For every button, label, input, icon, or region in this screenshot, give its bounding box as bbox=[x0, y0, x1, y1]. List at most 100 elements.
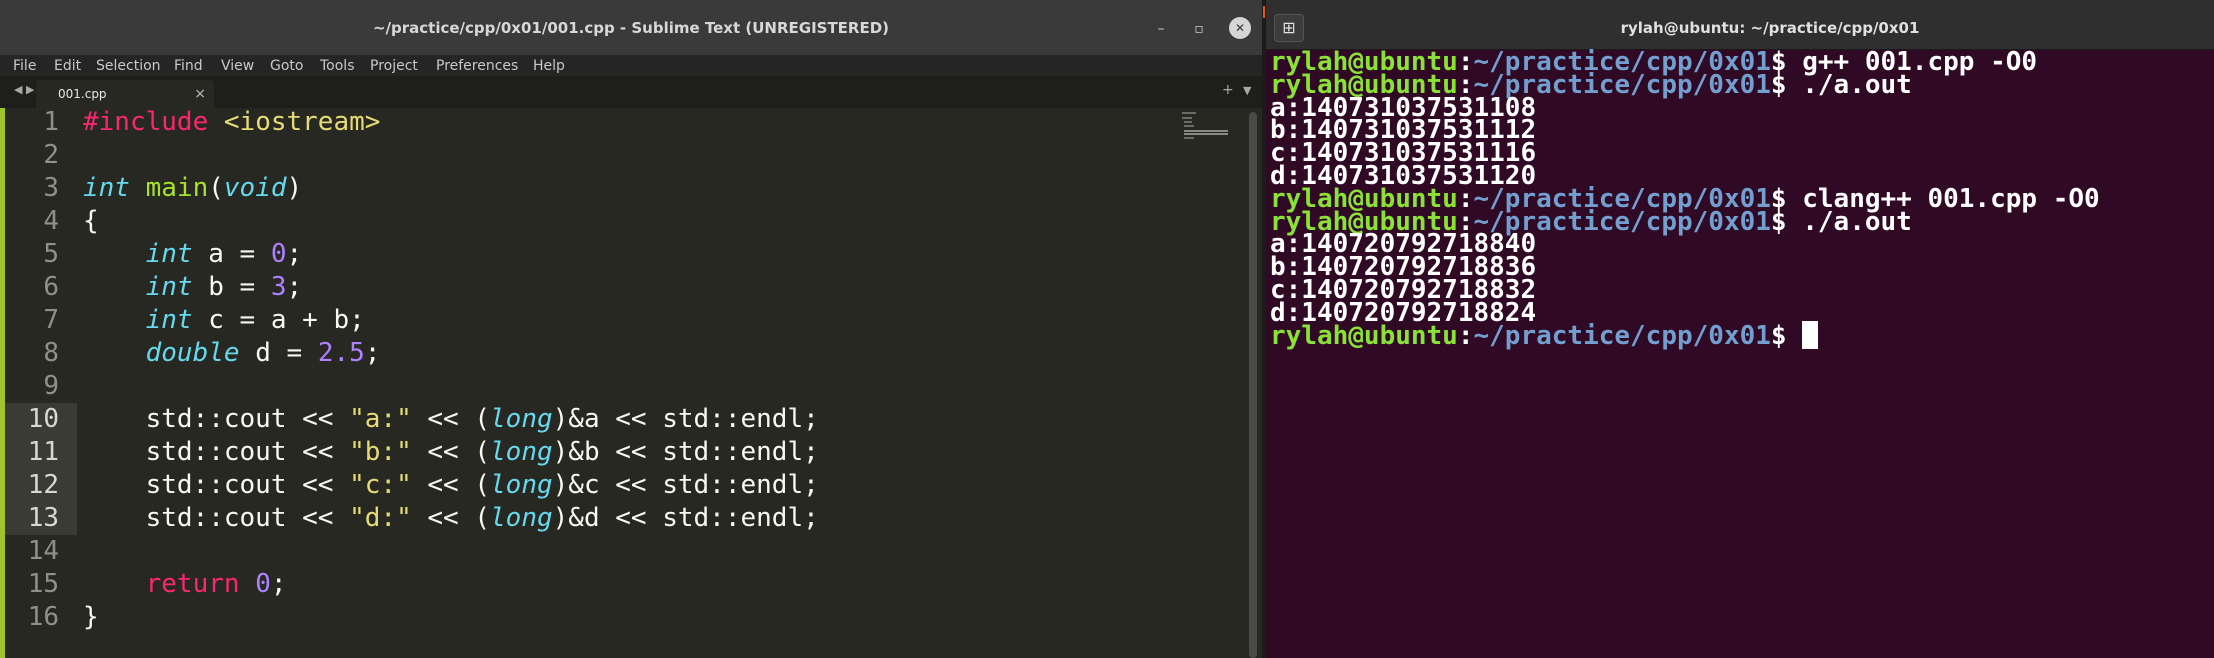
terminal-titlebar[interactable]: ⊞ rylah@ubuntu: ~/practice/cpp/0x01 bbox=[1266, 0, 2214, 50]
code-token: double bbox=[145, 338, 240, 368]
code-token: "b:" bbox=[349, 437, 412, 467]
code-line: int main(void) bbox=[83, 172, 302, 205]
code-token: << ( bbox=[411, 437, 491, 467]
tab-label: 001.cpp bbox=[58, 87, 107, 101]
tab-bar: ◀ ▶ 001.cpp × + ▼ bbox=[0, 76, 1262, 108]
code-token: long bbox=[490, 404, 553, 434]
prompt-separator: : bbox=[1457, 320, 1474, 351]
line-number: 2 bbox=[43, 140, 59, 170]
code-line: #include <iostream> bbox=[83, 106, 380, 139]
code-token: << ( bbox=[411, 470, 491, 500]
window-title: ~/practice/cpp/0x01/001.cpp - Sublime Te… bbox=[372, 19, 890, 37]
code-token: ) bbox=[286, 173, 303, 203]
menu-preferences[interactable]: Preferences bbox=[436, 56, 518, 76]
prompt-dollar: $ bbox=[1770, 206, 1803, 237]
line-number: 10 bbox=[27, 404, 59, 434]
menu-selection[interactable]: Selection bbox=[96, 56, 161, 76]
divider-accent bbox=[1263, 6, 1265, 18]
code-token: std::cout << bbox=[83, 470, 350, 500]
code-line: double d = 2.5; bbox=[83, 337, 381, 370]
code-token: std::cout << bbox=[83, 503, 350, 533]
line-number: 3 bbox=[43, 173, 59, 203]
code-token: )&b << std::endl; bbox=[552, 437, 819, 467]
menu-goto[interactable]: Goto bbox=[270, 56, 303, 76]
minimap[interactable] bbox=[1182, 112, 1228, 140]
code-line: int b = 3; bbox=[83, 271, 303, 304]
code-token: d = bbox=[239, 338, 318, 368]
close-button[interactable]: ✕ bbox=[1229, 17, 1251, 39]
new-tab-icon[interactable]: + bbox=[1222, 82, 1234, 98]
line-number: 16 bbox=[27, 602, 59, 632]
terminal-prompt-line: rylah@ubuntu:~/practice/cpp/0x01$ bbox=[1270, 320, 1819, 352]
terminal-command: ./a.out bbox=[1802, 206, 1912, 237]
code-token: int bbox=[145, 239, 193, 269]
code-token: { bbox=[83, 206, 99, 236]
code-token: long bbox=[490, 503, 553, 533]
menu-help[interactable]: Help bbox=[533, 56, 565, 76]
code-line: std::cout << "c:" << (long)&c << std::en… bbox=[83, 469, 819, 502]
vertical-scrollbar[interactable] bbox=[1249, 112, 1257, 658]
code-token: ; bbox=[286, 272, 303, 302]
code-token: long bbox=[490, 437, 553, 467]
line-number: 7 bbox=[43, 305, 59, 335]
code-token: )&d << std::endl; bbox=[552, 503, 819, 533]
code-token: << ( bbox=[411, 404, 491, 434]
code-token: void bbox=[223, 173, 287, 203]
code-token: main bbox=[145, 173, 209, 203]
line-number: 11 bbox=[27, 437, 59, 467]
code-token: 0 bbox=[255, 569, 271, 599]
line-number: 1 bbox=[43, 107, 59, 137]
code-token: 2.5 bbox=[317, 338, 365, 368]
new-tab-icon[interactable]: ⊞ bbox=[1274, 14, 1304, 42]
line-number: 8 bbox=[43, 338, 59, 368]
code-line: } bbox=[83, 601, 99, 634]
prompt-path: ~/practice/cpp/0x01 bbox=[1473, 320, 1771, 351]
menu-bar: File Edit Selection Find View Goto Tools… bbox=[0, 56, 1262, 76]
menu-file[interactable]: File bbox=[13, 56, 36, 76]
menu-view[interactable]: View bbox=[221, 56, 254, 76]
code-token: return bbox=[145, 569, 240, 599]
menu-find[interactable]: Find bbox=[174, 56, 203, 76]
line-number: 6 bbox=[43, 272, 59, 302]
line-number: 12 bbox=[27, 470, 59, 500]
tab-close-icon[interactable]: × bbox=[194, 80, 206, 108]
terminal-cursor bbox=[1802, 320, 1819, 349]
code-token: )&a << std::endl; bbox=[552, 404, 819, 434]
prompt-dollar: $ bbox=[1770, 320, 1803, 351]
sublime-titlebar[interactable]: ~/practice/cpp/0x01/001.cpp - Sublime Te… bbox=[0, 0, 1262, 56]
menu-edit[interactable]: Edit bbox=[54, 56, 81, 76]
minimize-button[interactable]: – bbox=[1150, 18, 1172, 40]
code-token: int bbox=[145, 272, 193, 302]
code-token: <iostream> bbox=[223, 107, 381, 137]
code-token: long bbox=[490, 470, 553, 500]
code-token: 3 bbox=[270, 272, 287, 302]
code-token: std::cout << bbox=[83, 404, 350, 434]
tab-dropdown-icon[interactable]: ▼ bbox=[1243, 84, 1251, 97]
maximize-button[interactable]: ▫ bbox=[1188, 18, 1210, 40]
tab-nav-right-icon[interactable]: ▶ bbox=[26, 83, 34, 96]
menu-project[interactable]: Project bbox=[370, 56, 418, 76]
tab-001-cpp[interactable]: 001.cpp × bbox=[36, 80, 214, 108]
tab-nav-left-icon[interactable]: ◀ bbox=[14, 83, 22, 96]
line-number: 4 bbox=[43, 206, 59, 236]
menu-tools[interactable]: Tools bbox=[320, 56, 355, 76]
code-token: ; bbox=[270, 569, 287, 599]
prompt-dollar: $ bbox=[1770, 69, 1803, 100]
code-line: { bbox=[83, 205, 99, 238]
code-editor[interactable]: 1 #include <iostream> 2 3 int main(void) 4{5 … bbox=[0, 106, 1262, 658]
code-line: int c = a + b; bbox=[83, 304, 365, 337]
terminal-output[interactable]: rylah@ubuntu:~/practice/cpp/0x01$ g++ 00… bbox=[1266, 47, 2214, 658]
terminal-command: ./a.out bbox=[1802, 69, 1912, 100]
code-token: std::cout << bbox=[83, 437, 350, 467]
code-token: a = bbox=[192, 239, 271, 269]
code-token: )&c << std::endl; bbox=[552, 470, 819, 500]
line-number: 9 bbox=[43, 371, 59, 401]
code-token: "c:" bbox=[349, 470, 412, 500]
code-token: c = a + b; bbox=[192, 305, 365, 335]
